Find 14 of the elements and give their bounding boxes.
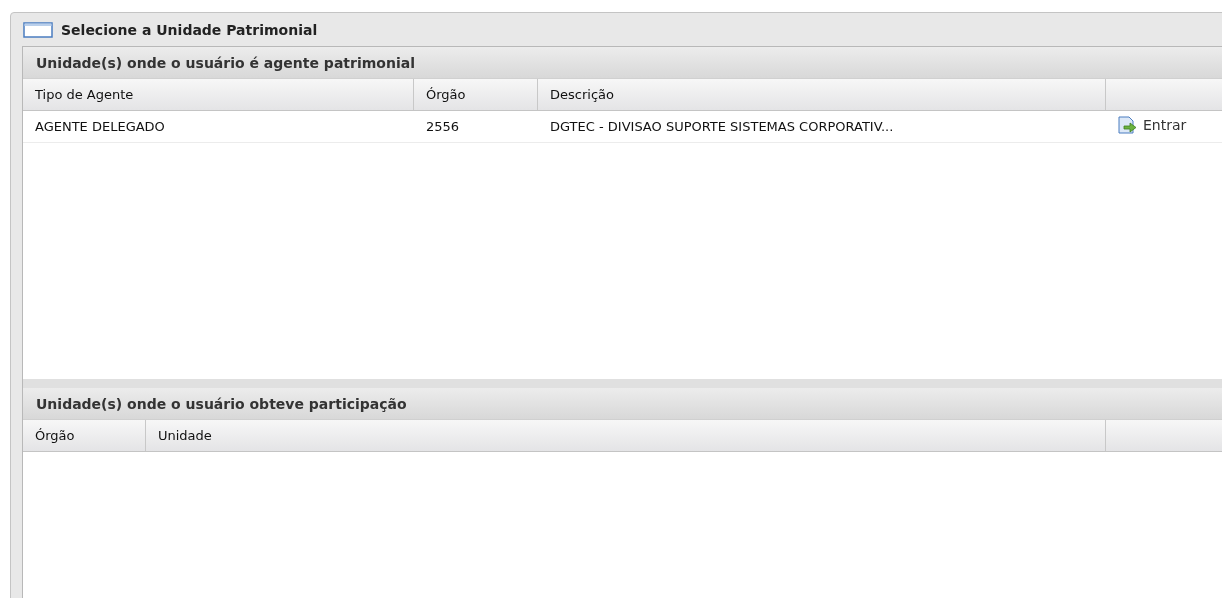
window-title: Selecione a Unidade Patrimonial	[61, 21, 318, 38]
column-header[interactable]: Unidade	[146, 420, 1106, 451]
document-arrow-icon	[1118, 116, 1138, 134]
column-header[interactable]: Órgão	[414, 79, 538, 110]
column-header[interactable]: Órgão	[23, 420, 146, 451]
table-cell-text: AGENTE DELEGADO	[34, 119, 166, 134]
panel-title: Unidade(s) onde o usuário é agente patrimonial	[36, 54, 415, 71]
column-header[interactable]: Descrição	[538, 79, 1106, 110]
window-icon	[23, 21, 53, 38]
table-cell-text: 2556	[425, 119, 461, 134]
enter-link[interactable]: Entrar	[1118, 116, 1187, 134]
panel-title: Unidade(s) onde o usuário obteve participação	[36, 395, 407, 412]
table-cell-text: DGTEC - DIVISAO SUPORTE SISTEMAS CORPORATIV...	[549, 119, 895, 134]
column-header[interactable]: Tipo de Agente	[23, 79, 414, 110]
